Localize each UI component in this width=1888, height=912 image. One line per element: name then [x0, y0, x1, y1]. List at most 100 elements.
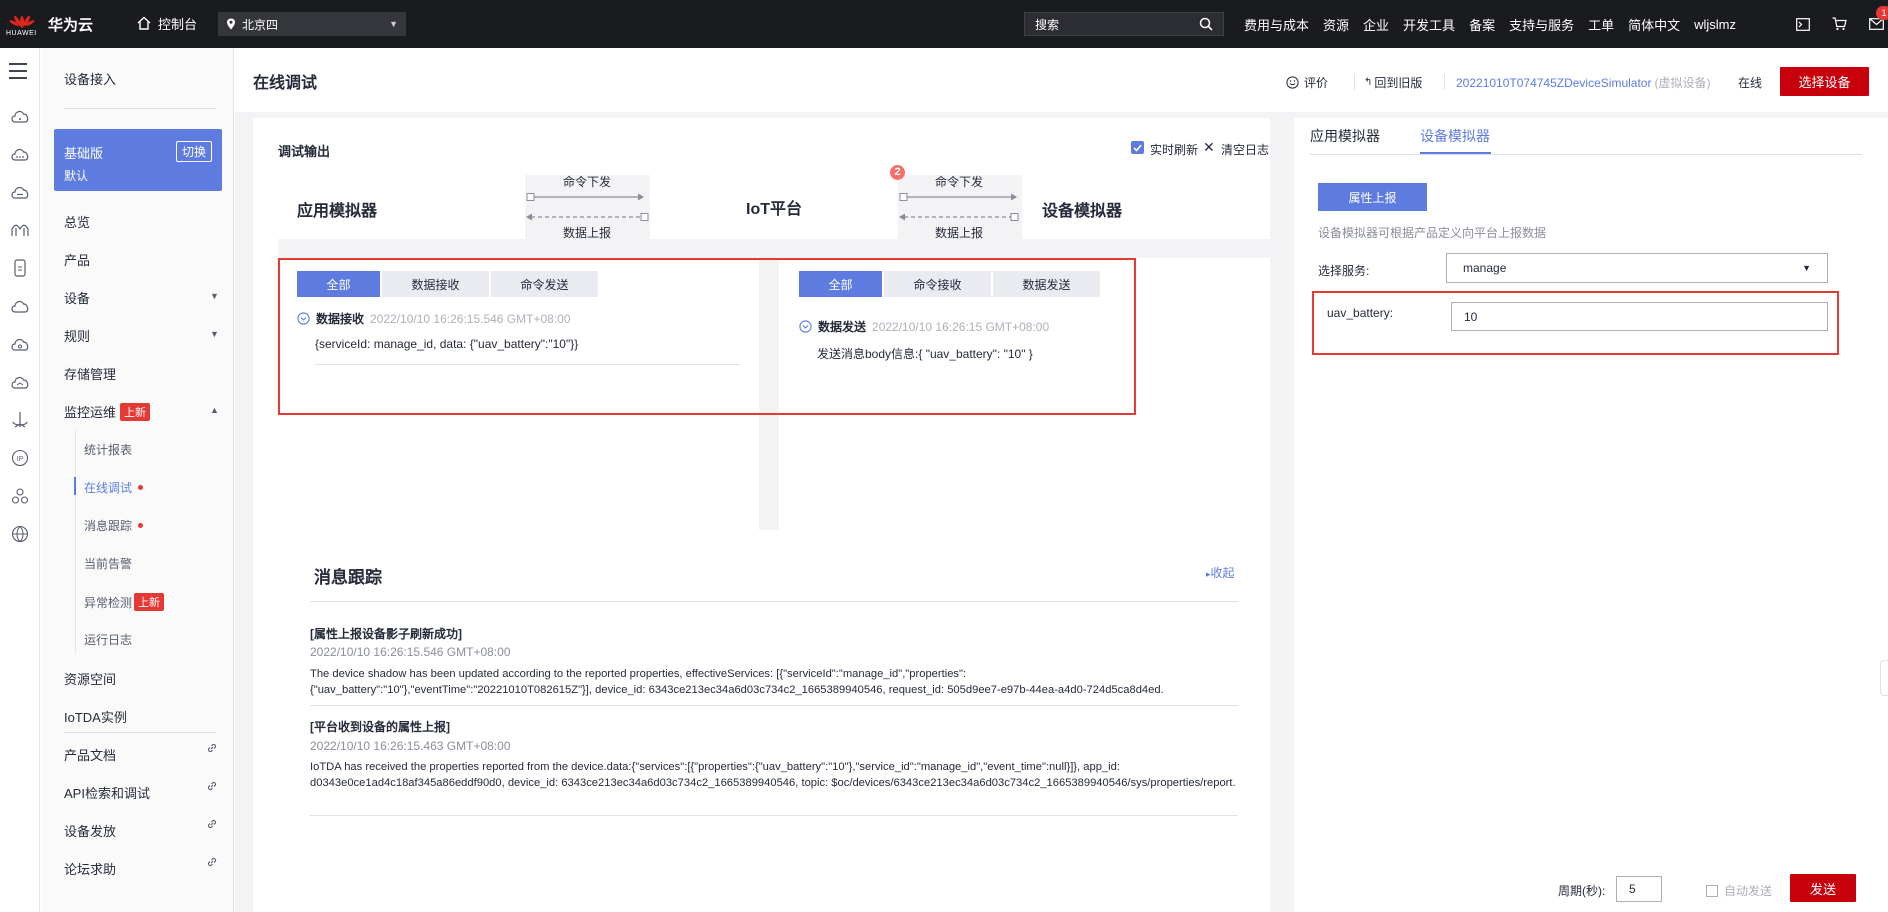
- property-report-button[interactable]: 属性上报: [1318, 183, 1427, 211]
- hamburger-menu-icon[interactable]: [8, 62, 28, 80]
- nav-username[interactable]: wljslmz: [1694, 17, 1736, 32]
- new-tag: 上新: [120, 402, 151, 421]
- sidebar-subitem-run-log[interactable]: 运行日志: [84, 631, 132, 648]
- side-drawer-handle[interactable]: [1880, 660, 1888, 696]
- current-device[interactable]: 20221010T074745ZDeviceSimulator (虚拟设备): [1456, 74, 1710, 91]
- tab-device-simulator[interactable]: 设备模拟器: [1420, 126, 1490, 146]
- sidebar-item-storage[interactable]: 存储管理: [64, 364, 116, 383]
- command-down-label: 命令下发: [935, 175, 984, 189]
- select-device-button[interactable]: 选择设备: [1780, 67, 1869, 96]
- device-status: 在线: [1738, 76, 1763, 90]
- send-button[interactable]: 发送: [1790, 874, 1856, 902]
- sidebar-subitem-online-debug[interactable]: 在线调试: [84, 479, 144, 496]
- nav-resources[interactable]: 资源: [1323, 15, 1349, 34]
- bridge-icon[interactable]: [10, 220, 30, 240]
- nav-tickets[interactable]: 工单: [1588, 15, 1614, 34]
- sidebar-subitem-anomaly[interactable]: 异常检测 上新: [84, 593, 165, 611]
- sidebar-item-monitor[interactable]: 监控运维 上新: [64, 402, 151, 421]
- terminal-icon[interactable]: [1796, 17, 1810, 31]
- period-input[interactable]: 5: [1616, 876, 1662, 902]
- region-selector[interactable]: 北京四 ▼: [218, 12, 406, 36]
- nav-enterprise[interactable]: 企业: [1363, 15, 1389, 34]
- edition-card[interactable]: 基础版 切换 默认: [54, 129, 222, 191]
- external-link-icon[interactable]: [206, 780, 218, 792]
- cloud-dots-icon[interactable]: [10, 144, 30, 164]
- sidebar-item-rules[interactable]: 规则: [64, 326, 90, 345]
- realtime-refresh-label[interactable]: 实时刷新: [1150, 141, 1198, 158]
- search-placeholder: 搜索: [1035, 17, 1060, 32]
- back-old-label: 回到旧版: [1374, 76, 1423, 90]
- home-icon: [137, 16, 151, 30]
- auto-send-label: 自动发送: [1724, 884, 1773, 898]
- realtime-refresh-checkbox[interactable]: [1131, 141, 1144, 154]
- app-simulator-title: 应用模拟器: [297, 203, 378, 220]
- nav-dev-tools[interactable]: 开发工具: [1403, 15, 1455, 34]
- sidebar-item-forum[interactable]: 论坛求助: [64, 859, 116, 878]
- message-trace-title: 消息跟踪: [314, 568, 382, 587]
- huawei-logo-text: HUAWEI: [6, 30, 37, 37]
- cloud-database-icon[interactable]: [10, 182, 30, 202]
- console-link[interactable]: 控制台: [136, 12, 197, 34]
- rate-label: 评价: [1304, 76, 1329, 90]
- nav-icp[interactable]: 备案: [1469, 15, 1495, 34]
- external-link-icon[interactable]: [206, 818, 218, 830]
- tab-app-simulator[interactable]: 应用模拟器: [1310, 126, 1380, 146]
- sidebar-item-overview[interactable]: 总览: [64, 212, 90, 231]
- back-to-old-version-link[interactable]: ↰ 回到旧版: [1364, 74, 1422, 91]
- rate-button[interactable]: 评价: [1286, 74, 1328, 91]
- submenu-guide-line: [75, 430, 76, 652]
- iot-platform-box: IoT平台: [650, 175, 898, 239]
- globe-web-icon[interactable]: [10, 524, 30, 544]
- caret-down-icon[interactable]: ▼: [210, 329, 219, 339]
- sidebar-item-device-provision[interactable]: 设备发放: [64, 821, 116, 840]
- cloud-link-icon[interactable]: [10, 372, 30, 392]
- device-simulator-title: 设备模拟器: [1042, 203, 1123, 220]
- caret-down-icon[interactable]: ▼: [210, 291, 219, 301]
- close-icon[interactable]: ✕: [1203, 139, 1215, 156]
- nav-cost[interactable]: 费用与成本: [1244, 15, 1309, 34]
- search-icon[interactable]: [1199, 17, 1213, 31]
- service-label: 选择服务:: [1318, 264, 1370, 278]
- huawei-logo-icon[interactable]: [8, 8, 36, 28]
- ip-icon[interactable]: IP: [10, 448, 30, 468]
- sidebar-subitem-message-trace[interactable]: 消息跟踪: [84, 517, 144, 534]
- caret-up-icon[interactable]: ▲: [210, 405, 219, 415]
- cloud-server-icon[interactable]: [10, 106, 30, 126]
- service-value: manage: [1463, 261, 1507, 275]
- external-link-icon[interactable]: [206, 856, 218, 868]
- cart-icon[interactable]: [1832, 17, 1847, 31]
- highlight-frame: [278, 258, 1136, 415]
- nav-support[interactable]: 支持与服务: [1509, 15, 1574, 34]
- external-link-icon[interactable]: [206, 742, 218, 754]
- trace-entry-head: [平台收到设备的属性上报]: [310, 720, 450, 734]
- auto-send-checkbox[interactable]: 自动发送: [1706, 882, 1772, 899]
- sidebar-subitem-stats[interactable]: 统计报表: [84, 441, 132, 458]
- sidebar-item-product[interactable]: 产品: [64, 250, 90, 269]
- top-tool-icons: [1796, 0, 1884, 48]
- anchor-icon[interactable]: [10, 410, 30, 430]
- sidebar-item-resource-space[interactable]: 资源空间: [64, 669, 116, 688]
- mobile-device-icon[interactable]: [10, 258, 30, 278]
- edition-name: 基础版: [64, 146, 104, 161]
- edition-switch-button[interactable]: 切换: [175, 141, 212, 162]
- collapse-link[interactable]: ▸收起: [1206, 564, 1235, 581]
- cloud-icon[interactable]: [10, 296, 30, 316]
- sidebar-item-api-debug[interactable]: API检索和调试: [64, 783, 150, 802]
- sidebar-item-product-docs[interactable]: 产品文档: [64, 745, 116, 764]
- sidebar-item-iotda-instance[interactable]: IoTDA实例: [64, 707, 127, 726]
- cloud-network-icon[interactable]: [10, 334, 30, 354]
- trace-entry-time: 2022/10/10 16:26:15.546 GMT+08:00: [310, 645, 511, 659]
- nav-language[interactable]: 简体中文: [1628, 15, 1680, 34]
- sidebar-subitem-alarms[interactable]: 当前告警: [84, 555, 132, 572]
- sidebar-item-device[interactable]: 设备: [64, 288, 90, 307]
- service-select[interactable]: manage ▼: [1446, 253, 1828, 283]
- global-search-input[interactable]: 搜索: [1024, 12, 1224, 36]
- divider: [64, 108, 216, 109]
- cluster-icon[interactable]: [10, 486, 30, 506]
- notification-badge: 1: [1876, 6, 1888, 20]
- brand-name[interactable]: 华为云: [48, 14, 93, 35]
- checkbox-box[interactable]: [1706, 884, 1718, 897]
- clear-log-button[interactable]: 清空日志: [1221, 141, 1269, 158]
- device-name[interactable]: 20221010T074745ZDeviceSimulator: [1456, 76, 1651, 90]
- return-arrow-icon: ↰: [1364, 77, 1373, 88]
